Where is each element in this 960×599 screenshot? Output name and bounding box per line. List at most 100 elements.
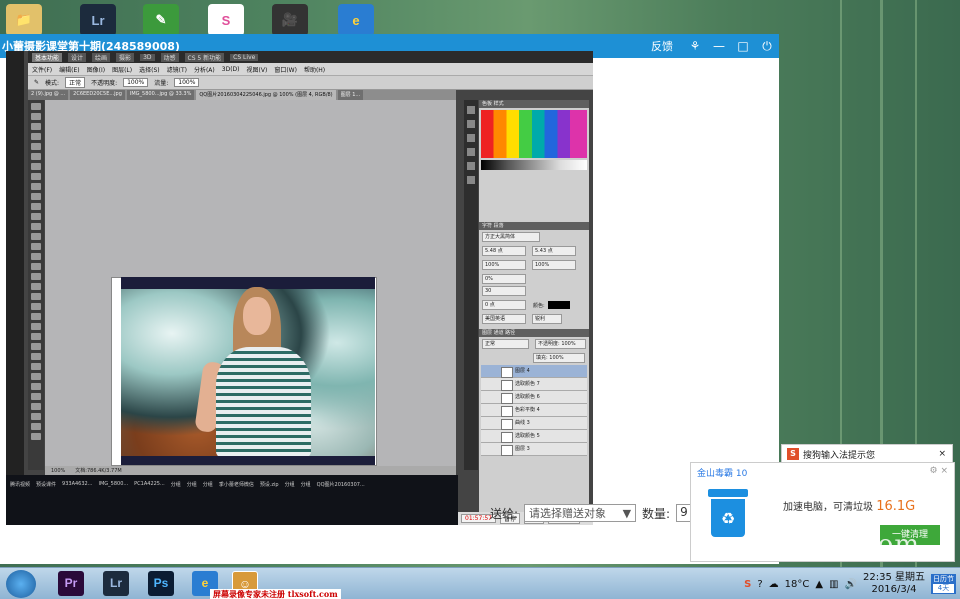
close-icon[interactable]: × [938, 449, 952, 459]
minimize-icon[interactable]: — [707, 39, 731, 53]
inner-taskbar-item[interactable]: 季小蕾老师微信 [219, 481, 254, 519]
inner-taskbar-item[interactable]: 933A4632... [62, 481, 92, 519]
layer-opacity-field[interactable]: 不透明度: 100% [535, 339, 586, 349]
photoshop-icon[interactable]: Ps [148, 571, 174, 596]
inner-taskbar-item[interactable]: IMG_5800... [99, 481, 129, 519]
recipient-select[interactable]: 请选择赠送对象 ▼ [524, 504, 637, 522]
inner-taskbar-item[interactable]: 腾讯视频 [10, 481, 30, 519]
text-color-swatch[interactable] [547, 301, 570, 309]
weather-temp[interactable]: 18°C [785, 579, 810, 590]
start-button[interactable] [6, 570, 36, 598]
cloud-icon[interactable]: ☁ [769, 579, 779, 590]
inner-taskbar-item[interactable]: PC1A4225... [134, 481, 165, 519]
doc-tab[interactable]: 图层 1... [337, 90, 364, 100]
menu-analysis[interactable]: 分析(A) [194, 65, 215, 74]
menu-help[interactable]: 帮助(H) [304, 65, 325, 74]
workspace-basic[interactable]: 基本功能 [32, 52, 63, 62]
layer-row[interactable]: 选取颜色 6 [481, 391, 587, 404]
inner-taskbar-item[interactable]: 分组 [301, 481, 311, 519]
panel-icon-strip[interactable] [464, 100, 478, 470]
layer-row[interactable]: 图层 4 [481, 365, 587, 378]
layer-row[interactable]: 图层 3 [481, 443, 587, 456]
portrait-photo[interactable] [121, 277, 375, 465]
opacity-field[interactable]: 100% [123, 78, 149, 87]
clean-text: 加速电脑，可清垃圾 [783, 502, 873, 513]
skin-icon[interactable]: ⚘ [683, 39, 707, 53]
coreldraw-icon[interactable]: ✎ [143, 4, 179, 36]
lightroom-icon[interactable]: Lr [80, 4, 116, 36]
leading-field[interactable]: 5.43 点 [532, 246, 576, 256]
doc-tab[interactable]: 2C6EED20C5E...jpg [70, 90, 125, 100]
layer-fill-field[interactable]: 填充: 100% [533, 353, 585, 363]
kerning-field[interactable]: 30 [482, 286, 526, 296]
baseline-field[interactable]: 0 点 [482, 300, 526, 310]
workspace-cslive[interactable]: CS Live [230, 53, 259, 61]
swatches-gray-row[interactable] [481, 160, 587, 170]
show-hidden-icon[interactable]: ▲ [815, 579, 823, 590]
menu-view[interactable]: 视图(V) [247, 65, 268, 74]
language-select[interactable]: 美国英语 [482, 314, 526, 324]
workspace-photo[interactable]: 摄影 [116, 52, 135, 62]
workspace-new[interactable]: CS 5 新功能 [184, 52, 225, 62]
doc-tab[interactable]: IMG_5800...jpg @ 33.3% [126, 90, 195, 100]
inner-taskbar-item[interactable]: 预设.zip [260, 481, 279, 519]
video-camera-icon[interactable]: 🎥 [272, 4, 308, 36]
sogou-icon[interactable]: S [208, 4, 244, 36]
inner-taskbar-item[interactable]: 分组 [171, 481, 181, 519]
layer-row[interactable]: 选取颜色 7 [481, 378, 587, 391]
workspace-motion[interactable]: 动感 [160, 52, 179, 62]
font-size-field[interactable]: 5.48 点 [482, 246, 526, 256]
layer-row[interactable]: 色彩平衡 4 [481, 404, 587, 417]
lightroom-icon[interactable]: Lr [103, 571, 129, 596]
workspace-3d[interactable]: 3D [140, 53, 155, 61]
help-icon[interactable]: ? [757, 579, 762, 590]
power-icon[interactable]: ⏻ [755, 39, 779, 54]
calendar-badge[interactable]: 日历节 4天 [931, 574, 956, 594]
volume-icon[interactable]: 🔊 [845, 579, 857, 590]
network-icon[interactable]: ▥ [829, 579, 838, 590]
flow-field[interactable]: 100% [174, 78, 200, 87]
blend-mode-select[interactable]: 正常 [482, 339, 530, 349]
mode-select[interactable]: 正常 [65, 77, 86, 88]
menu-select[interactable]: 选择(S) [139, 65, 160, 74]
character-header[interactable]: 字符 段落 [479, 222, 589, 230]
layer-row[interactable]: 曲线 3 [481, 417, 587, 430]
vertical-scale-field[interactable]: 100% [482, 260, 526, 270]
menu-filter[interactable]: 滤镜(T) [167, 65, 187, 74]
brush-tool-icon[interactable]: ✎ [34, 79, 39, 86]
clock[interactable]: 22:35 星期五 2016/3/4 [863, 572, 925, 596]
horizontal-scale-field[interactable]: 100% [532, 260, 576, 270]
layers-header[interactable]: 图层 通道 路径 [479, 329, 589, 337]
antialias-select[interactable]: 锐利 [532, 314, 562, 324]
inner-taskbar-item[interactable]: 分组 [203, 481, 213, 519]
zoom-readout[interactable]: 100% [51, 468, 65, 474]
font-family-select[interactable]: 方正大黑简体 [482, 232, 540, 242]
menu-file[interactable]: 文件(F) [32, 65, 52, 74]
feedback-link[interactable]: 反馈 [651, 38, 673, 54]
inner-taskbar-item[interactable]: 分组 [285, 481, 295, 519]
close-icon[interactable]: ⚙ × [930, 466, 948, 476]
menu-layer[interactable]: 图层(L) [112, 65, 132, 74]
folder-icon[interactable]: 📁 [6, 4, 42, 36]
inner-taskbar-item[interactable]: 预设课件 [36, 481, 56, 519]
doc-tab[interactable]: 2 (9).jpg @ ... [28, 90, 69, 100]
inner-taskbar-item[interactable]: 分组 [187, 481, 197, 519]
maximize-icon[interactable]: □ [731, 39, 755, 53]
menu-window[interactable]: 窗口(W) [274, 65, 297, 74]
inner-taskbar-item[interactable]: QQ图片20160307... [317, 481, 365, 519]
sogou-tray-icon[interactable]: S [744, 579, 751, 590]
menu-image[interactable]: 图像(I) [87, 65, 105, 74]
swatches-grid[interactable] [481, 110, 587, 158]
layer-row[interactable]: 选取颜色 5 [481, 430, 587, 443]
shared-screen: 基本功能 设计 绘画 摄影 3D 动感 CS 5 新功能 CS Live 文件(… [6, 51, 593, 525]
menu-edit[interactable]: 编辑(E) [59, 65, 79, 74]
tracking-field[interactable]: 0% [482, 274, 526, 284]
menu-3d[interactable]: 3D(D) [222, 66, 240, 73]
workspace-design[interactable]: 设计 [68, 52, 87, 62]
tools-panel[interactable] [28, 100, 44, 470]
doc-tab-active[interactable]: QQ图片20160304225046.jpg @ 100% (图层 4, RGB… [196, 90, 336, 100]
premiere-icon[interactable]: Pr [58, 571, 84, 596]
swatches-header[interactable]: 色板 样式 [479, 100, 589, 108]
ie-icon[interactable]: e [338, 4, 374, 36]
workspace-paint[interactable]: 绘画 [92, 52, 111, 62]
